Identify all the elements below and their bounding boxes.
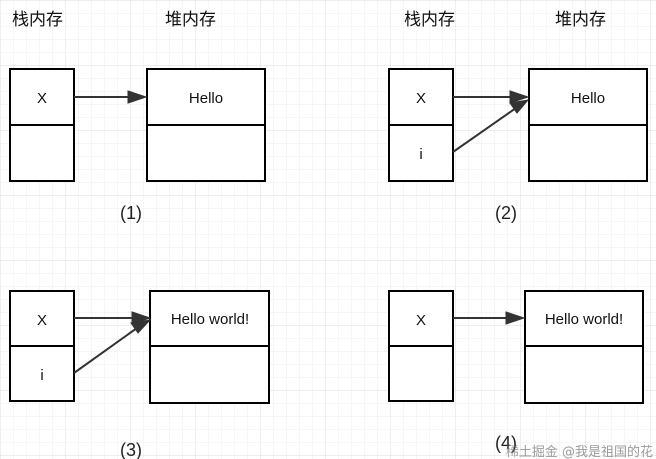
heap-value: Hello (189, 90, 223, 107)
heap-object: Hello world! (524, 290, 644, 404)
heap-value: Hello world! (171, 311, 249, 328)
stack-header-left: 栈内存 (12, 10, 63, 30)
panel-caption: (3) (120, 440, 142, 459)
stack-var-x: X (416, 312, 426, 329)
stack-frame: X (9, 68, 75, 182)
stack-var-x: X (37, 312, 47, 329)
panel-caption: (2) (495, 203, 517, 223)
panel-caption: (1) (120, 203, 142, 223)
stack-frame: X i (388, 68, 454, 182)
stack-var-i: i (419, 146, 422, 163)
stack-frame: X i (9, 290, 75, 402)
stack-header-right: 栈内存 (404, 10, 455, 30)
heap-value: Hello world! (545, 311, 623, 328)
stack-var-x: X (416, 90, 426, 107)
heap-value: Hello (571, 90, 605, 107)
watermark: 稀土掘金 @我是祖国的花 (506, 444, 653, 459)
stack-var-i: i (40, 367, 43, 384)
heap-object: Hello (146, 68, 266, 182)
heap-header-right: 堆内存 (555, 10, 606, 30)
stack-frame: X (388, 290, 454, 402)
heap-object: Hello (528, 68, 648, 182)
heap-object: Hello world! (149, 290, 270, 404)
stack-var-x: X (37, 90, 47, 107)
heap-header-left: 堆内存 (165, 10, 216, 30)
